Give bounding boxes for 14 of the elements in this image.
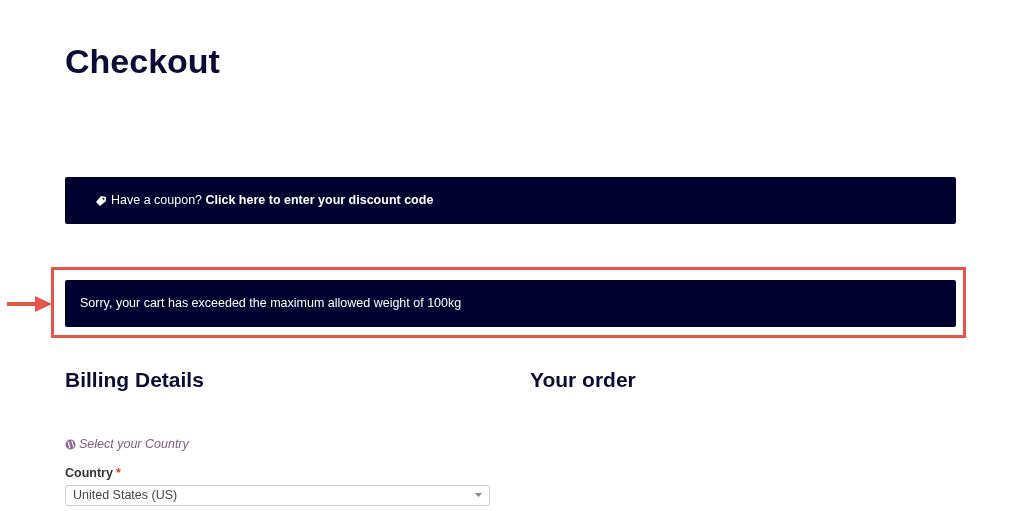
required-mark: * <box>115 464 121 482</box>
discount-code-link[interactable]: Click here to enter your discount code <box>205 193 434 208</box>
country-hint: Select your Country <box>79 436 189 453</box>
page-title: Checkout <box>65 41 220 82</box>
globe-icon <box>65 438 76 450</box>
pointer-arrow <box>5 294 53 314</box>
dropdown-caret-icon <box>475 493 482 497</box>
country-select[interactable]: United States (US) <box>65 484 490 506</box>
section-heading: Your order <box>530 367 636 393</box>
tag-icon <box>95 194 107 207</box>
error-notice: Sorry, your cart has exceeded the maximum allowed weight of 100kg <box>65 280 956 327</box>
section-heading: Billing Details <box>65 367 204 393</box>
field-label: Country <box>65 464 113 482</box>
coupon-message: Have a coupon? Click here to enter your discount code <box>111 192 434 210</box>
